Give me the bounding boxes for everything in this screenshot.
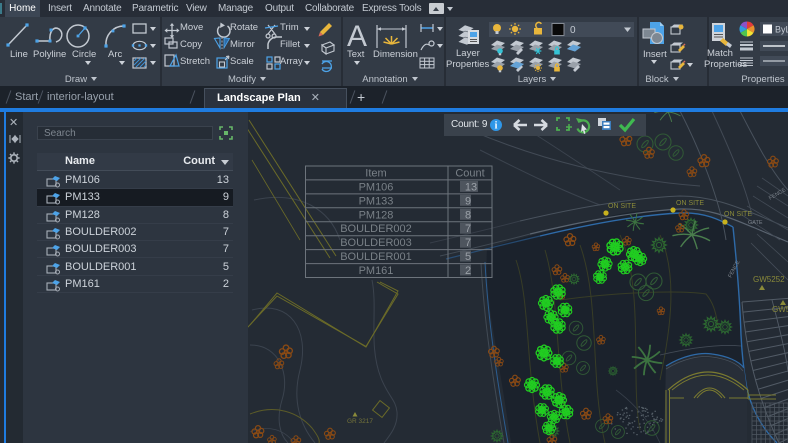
svg-text:BOULDER002: BOULDER002	[340, 223, 412, 235]
svg-text:GATE: GATE	[748, 220, 763, 226]
svg-text:GW52: GW52	[772, 305, 788, 314]
svg-text:ON SITE: ON SITE	[608, 203, 636, 210]
svg-text:PM128: PM128	[359, 209, 394, 221]
svg-text:ON SITE: ON SITE	[676, 200, 704, 207]
svg-text:7: 7	[465, 223, 471, 235]
svg-text:ByL: ByL	[775, 25, 788, 35]
svg-text:Count: Count	[455, 168, 484, 180]
svg-text:8: 8	[465, 209, 471, 221]
svg-text:13: 13	[465, 181, 477, 193]
svg-text:ON SITE: ON SITE	[724, 211, 752, 218]
svg-text:0: 0	[570, 25, 576, 36]
svg-text:GW5252: GW5252	[753, 275, 785, 284]
svg-text:BOULDER001: BOULDER001	[340, 251, 412, 263]
svg-text:PM133: PM133	[359, 195, 394, 207]
svg-text:BOULDER003: BOULDER003	[340, 237, 412, 249]
svg-text:GR 3217: GR 3217	[347, 418, 373, 425]
svg-text:i: i	[495, 121, 498, 132]
svg-text:2: 2	[465, 265, 471, 277]
svg-text:PM106: PM106	[359, 181, 394, 193]
svg-text:PM161: PM161	[359, 265, 394, 277]
svg-text:5: 5	[465, 251, 471, 263]
svg-text:9: 9	[465, 195, 471, 207]
svg-text:7: 7	[465, 237, 471, 249]
svg-text:Item: Item	[365, 168, 386, 180]
